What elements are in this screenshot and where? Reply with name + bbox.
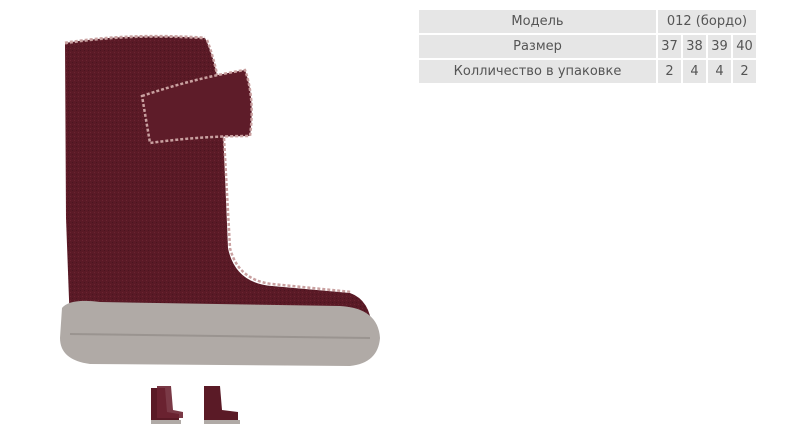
felt-boot-icon (60, 34, 380, 366)
specs-table: Модель 012 (бордо) Размер 37 38 39 40 Ко… (417, 8, 758, 85)
qty-value: 2 (733, 60, 756, 83)
model-value: 012 (бордо) (658, 10, 756, 33)
boot-side-icon (204, 386, 240, 424)
qty-value: 4 (708, 60, 731, 83)
boot-pair-icon (151, 386, 183, 424)
qty-label: Колличество в упаковке (419, 60, 656, 83)
size-value: 40 (733, 35, 756, 58)
table-row: Колличество в упаковке 2 4 4 2 (419, 60, 756, 83)
thumbnail-boot-side[interactable] (196, 380, 246, 428)
size-value: 37 (658, 35, 681, 58)
size-label: Размер (419, 35, 656, 58)
model-label: Модель (419, 10, 656, 33)
qty-value: 2 (658, 60, 681, 83)
table-row: Размер 37 38 39 40 (419, 35, 756, 58)
table-row: Модель 012 (бордо) (419, 10, 756, 33)
qty-value: 4 (683, 60, 706, 83)
thumbnail-boot-pair[interactable] (143, 380, 193, 428)
size-value: 39 (708, 35, 731, 58)
product-main-image (10, 8, 402, 378)
size-value: 38 (683, 35, 706, 58)
